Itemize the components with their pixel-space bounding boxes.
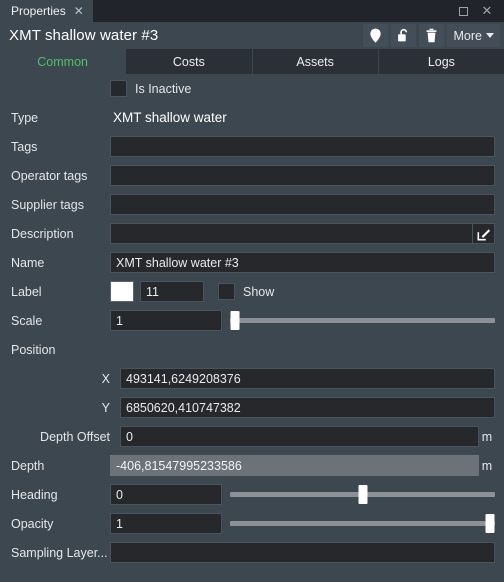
label-size-input[interactable]: 11	[140, 281, 204, 302]
tags-input[interactable]	[110, 136, 495, 157]
is-inactive-checkbox[interactable]	[110, 80, 127, 97]
label-show-checkbox[interactable]	[218, 283, 235, 300]
tab-common[interactable]: Common	[0, 49, 127, 74]
depth-offset-unit: m	[481, 429, 493, 444]
row-position-group: Position	[0, 335, 504, 364]
unlock-button[interactable]	[390, 24, 416, 47]
window-titlebar: Properties ✕ ✕	[0, 0, 504, 22]
position-y-label: Y	[101, 400, 110, 415]
sampling-layer-input[interactable]	[110, 542, 495, 563]
position-y-input[interactable]: 6850620,410747382	[120, 397, 495, 418]
position-x-label: X	[101, 371, 110, 386]
restore-icon	[458, 6, 468, 16]
row-opacity: Opacity 1	[0, 509, 504, 538]
header-actions: More	[362, 24, 500, 47]
row-operator-tags: Operator tags	[0, 161, 504, 190]
position-group-label: Position	[11, 342, 56, 357]
row-tags: Tags	[0, 132, 504, 161]
row-position-y: Y 6850620,410747382	[0, 393, 504, 422]
row-name: Name XMT shallow water #3	[0, 248, 504, 277]
unlock-icon	[397, 28, 407, 42]
tab-assets[interactable]: Assets	[252, 49, 379, 74]
operator-tags-input[interactable]	[110, 165, 495, 186]
document-tab-properties[interactable]: Properties ✕	[0, 0, 93, 22]
depth-value: -406,81547995233586	[110, 455, 479, 476]
trash-icon	[426, 28, 436, 43]
is-inactive-label: Is Inactive	[135, 81, 192, 96]
restore-window-button[interactable]	[452, 0, 474, 22]
close-tab-icon[interactable]: ✕	[74, 5, 84, 17]
sampling-layer-label: Sampling Layer...	[11, 545, 108, 560]
type-label: Type	[11, 110, 39, 125]
edit-pencil-icon	[477, 228, 490, 240]
description-input[interactable]	[110, 223, 473, 244]
opacity-slider-track	[230, 521, 495, 526]
heading-input[interactable]: 0	[110, 484, 222, 505]
row-label: Label 11 Show	[0, 277, 504, 306]
scale-label: Scale	[11, 313, 43, 328]
row-heading: Heading 0	[0, 480, 504, 509]
supplier-tags-label: Supplier tags	[11, 197, 84, 212]
more-menu-button[interactable]: More	[446, 24, 500, 47]
operator-tags-label: Operator tags	[11, 168, 88, 183]
form-body: Is Inactive Type XMT shallow water Tags …	[0, 74, 504, 582]
row-sampling-layer: Sampling Layer...	[0, 538, 504, 567]
row-position-x: X 493141,6249208376	[0, 364, 504, 393]
delete-button[interactable]	[418, 24, 444, 47]
depth-offset-input[interactable]: 0	[120, 426, 479, 447]
object-header: XMT shallow water #3 More	[0, 22, 504, 49]
row-depth: Depth -406,81547995233586 m	[0, 451, 504, 480]
depth-offset-label: Depth Offset	[40, 429, 110, 444]
tab-costs[interactable]: Costs	[126, 49, 253, 74]
label-show-label: Show	[243, 284, 275, 299]
opacity-label: Opacity	[11, 516, 54, 531]
opacity-input[interactable]: 1	[110, 513, 222, 534]
name-input[interactable]: XMT shallow water #3	[110, 252, 495, 273]
scale-slider-thumb[interactable]	[230, 311, 240, 330]
heading-slider[interactable]	[230, 484, 495, 505]
scale-slider-track	[230, 318, 495, 323]
row-supplier-tags: Supplier tags	[0, 190, 504, 219]
opacity-slider-thumb[interactable]	[485, 514, 495, 533]
pin-button[interactable]	[362, 24, 388, 47]
tab-bar: Common Costs Assets Logs	[0, 49, 504, 74]
scale-slider[interactable]	[230, 310, 495, 331]
name-label: Name	[11, 255, 45, 270]
depth-label: Depth	[11, 458, 45, 473]
properties-panel: Properties ✕ ✕ XMT shallow water #3 More…	[0, 0, 504, 582]
depth-unit: m	[481, 458, 493, 473]
description-edit-button[interactable]	[473, 223, 495, 244]
row-description: Description	[0, 219, 504, 248]
pin-icon	[369, 28, 381, 43]
supplier-tags-input[interactable]	[110, 194, 495, 215]
titlebar-spacer	[93, 0, 452, 22]
row-depth-offset: Depth Offset 0 m	[0, 422, 504, 451]
label-label: Label	[11, 284, 42, 299]
label-color-swatch[interactable]	[110, 281, 134, 302]
description-label: Description	[11, 226, 74, 241]
document-tab-label: Properties	[11, 4, 66, 18]
more-menu-label: More	[453, 28, 482, 43]
row-scale: Scale 1	[0, 306, 504, 335]
page-title: XMT shallow water #3	[9, 27, 159, 44]
type-value: XMT shallow water	[113, 110, 227, 125]
close-window-button[interactable]: ✕	[476, 0, 498, 22]
heading-slider-thumb[interactable]	[358, 485, 367, 504]
chevron-down-icon	[486, 33, 494, 38]
row-is-inactive: Is Inactive	[0, 74, 504, 103]
heading-label: Heading	[11, 487, 58, 502]
row-type: Type XMT shallow water	[0, 103, 504, 132]
opacity-slider[interactable]	[230, 513, 495, 534]
tab-logs[interactable]: Logs	[378, 49, 504, 74]
scale-input[interactable]: 1	[110, 310, 222, 331]
close-icon: ✕	[481, 3, 493, 19]
tags-label: Tags	[11, 139, 38, 154]
position-x-input[interactable]: 493141,6249208376	[120, 368, 495, 389]
window-controls: ✕	[452, 0, 504, 22]
